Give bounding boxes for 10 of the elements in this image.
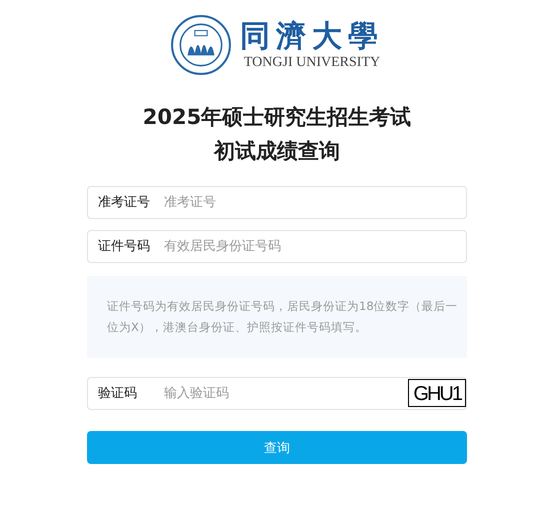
university-name-english: TONGJI UNIVERSITY [244, 55, 380, 71]
note-text: 证件号码为有效居民身份证号码，居民身份证为18位数字（最后一位为X），港澳台身份证、护照按证件号码填写。 [107, 299, 458, 334]
field-label: 证件号码 [98, 239, 150, 254]
captcha-image[interactable]: GHU1 [408, 379, 466, 407]
seal-icon [170, 14, 232, 76]
page-title: 初试成绩查询 [214, 138, 340, 165]
field-label: 准考证号 [98, 195, 150, 210]
university-name: 同濟大學 [240, 19, 384, 55]
page-title: 2025年硕士研究生招生考试 [142, 104, 412, 131]
field-label: 验证码 [98, 386, 137, 401]
